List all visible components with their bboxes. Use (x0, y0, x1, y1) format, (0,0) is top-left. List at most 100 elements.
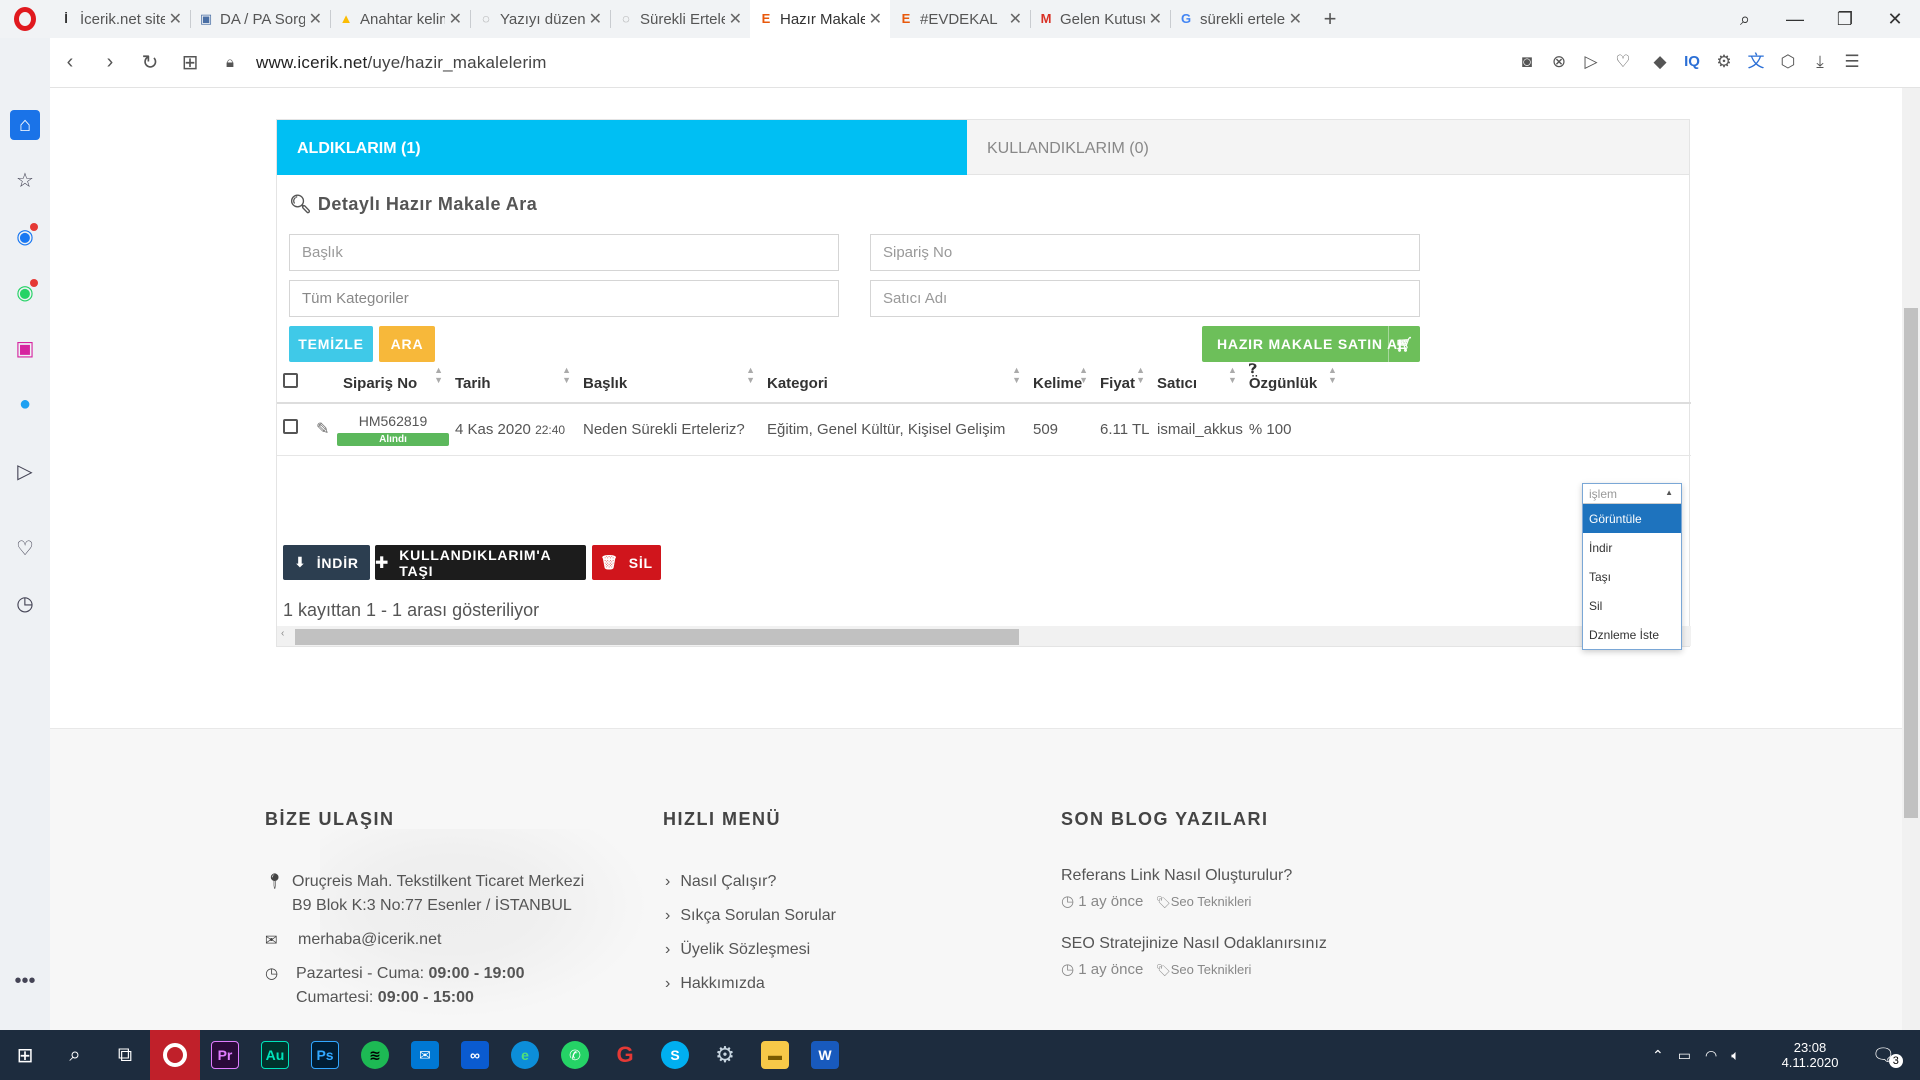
baslik-input[interactable]: Başlık (289, 234, 839, 271)
adblock-icon[interactable]: ⊗ (1547, 50, 1571, 74)
col-fiyat[interactable]: Fiyat ▲ ▼ (1094, 355, 1151, 404)
browser-tab[interactable]: MGelen Kutusu - e✕ (1030, 0, 1170, 38)
file-explorer-icon[interactable]: ▬ (750, 1030, 800, 1080)
menu-icon[interactable]: ☰ (1840, 50, 1864, 74)
tab-kullandiklarim[interactable]: KULLANDIKLARIM (0) (967, 120, 1689, 175)
download-button[interactable]: ⬇ İNDİR (283, 545, 370, 580)
minimize-button[interactable]: — (1770, 0, 1820, 38)
select-all-checkbox[interactable] (283, 373, 298, 388)
tab-close-icon[interactable]: ✕ (169, 9, 182, 29)
app-g-icon[interactable]: G (600, 1030, 650, 1080)
favorites-heart-icon[interactable]: ♡ (10, 533, 40, 563)
row-checkbox[interactable] (283, 419, 298, 435)
menu-link-uyelik[interactable]: › Üyelik Sözleşmesi (665, 941, 810, 959)
browser-tab[interactable]: Gsürekli erteleme✕ (1170, 0, 1310, 38)
col-siparis-no[interactable]: Sipariş No ▲ ▼ (337, 355, 449, 404)
tab-close-icon[interactable]: ✕ (449, 9, 462, 29)
box-icon[interactable]: ⬡ (1776, 50, 1800, 74)
option-sil[interactable]: Sil (1583, 591, 1681, 620)
browser-tab[interactable]: ◌Yazıyı düzenle ‹ İ✕ (470, 0, 610, 38)
tab-close-icon[interactable]: ✕ (1149, 9, 1162, 29)
history-icon[interactable]: ◷ (10, 588, 40, 618)
scrollbar-thumb[interactable] (295, 629, 1019, 645)
iq-extension-icon[interactable]: IQ (1680, 50, 1704, 74)
skype-icon[interactable]: S (650, 1030, 700, 1080)
tab-search-icon[interactable]: ⌕ (1720, 0, 1770, 38)
option-duzenleme-iste[interactable]: Dznleme İste (1583, 620, 1681, 649)
send-icon[interactable]: ▷ (1579, 50, 1603, 74)
tab-close-icon[interactable]: ✕ (1289, 9, 1302, 29)
tab-close-icon[interactable]: ✕ (729, 9, 742, 29)
messenger-icon[interactable]: ◉ (10, 221, 40, 251)
premiere-icon[interactable]: Pr (200, 1030, 250, 1080)
audition-icon[interactable]: Au (250, 1030, 300, 1080)
tab-close-icon[interactable]: ✕ (309, 9, 322, 29)
menu-link-nasil-calisir[interactable]: › Nasıl Çalışır? (665, 873, 776, 891)
app-infinity-icon[interactable]: ∞ (450, 1030, 500, 1080)
browser-tab[interactable]: ◌Sürekli Erteleme✕ (610, 0, 750, 38)
reload-button[interactable]: ↻ (130, 50, 170, 75)
vertical-scrollbar[interactable] (1902, 88, 1920, 1030)
opera-taskbar-icon[interactable] (150, 1030, 200, 1080)
more-icon[interactable]: ••• (10, 966, 40, 996)
photoshop-icon[interactable]: Ps (300, 1030, 350, 1080)
close-window-button[interactable]: ✕ (1870, 0, 1920, 38)
col-baslik[interactable]: Başlık ▲ ▼ (577, 355, 761, 404)
tray-chevron-up-icon[interactable]: ⌃ (1652, 1047, 1664, 1064)
vertical-scrollbar-thumb[interactable] (1904, 308, 1918, 818)
url-field[interactable]: www.icerik.net/uye/hazir_makalelerim (256, 53, 547, 73)
browser-tab[interactable]: İİcerik.net sitesinde✕ (50, 0, 190, 38)
tab-aldiklarim[interactable]: ALDIKLARIM (1) (277, 120, 967, 175)
word-icon[interactable]: W (800, 1030, 850, 1080)
twitter-icon[interactable]: ● (10, 389, 40, 419)
browser-tab-active[interactable]: EHazır Makaleleri✕ (750, 0, 890, 38)
action-dropdown[interactable]: işlem Görüntüle İndir Taşı Sil Dznleme İ… (1582, 483, 1682, 650)
task-view-icon[interactable]: ⧉ (100, 1030, 150, 1080)
whatsapp-taskbar-icon[interactable]: ✆ (550, 1030, 600, 1080)
kategori-select[interactable]: Tüm Kategoriler (289, 280, 839, 317)
footer-email[interactable]: merhaba@icerik.net (298, 931, 441, 949)
browser-tab[interactable]: ▲Anahtar kelime f✕ (330, 0, 470, 38)
option-tasi[interactable]: Taşı (1583, 562, 1681, 591)
col-kelime[interactable]: Kelime ▲ ▼ (1027, 355, 1094, 404)
heart-icon[interactable]: ♡ (1611, 50, 1635, 74)
clock[interactable]: 23:08 4.11.2020 (1770, 1030, 1850, 1080)
flow-icon[interactable]: ▷ (10, 456, 40, 486)
steam-icon[interactable]: ⚙ (700, 1030, 750, 1080)
battery-icon[interactable]: ▭ (1678, 1047, 1691, 1064)
translate-icon[interactable]: 文 (1744, 50, 1768, 74)
scroll-left-icon[interactable]: ‹ (281, 628, 284, 639)
extension-cube-icon[interactable]: ◆ (1648, 50, 1672, 74)
col-tarih[interactable]: Tarih ▲ ▼ (449, 355, 577, 404)
speed-dial-star-icon[interactable]: ☆ (10, 165, 40, 195)
instagram-icon[interactable]: ▣ (10, 333, 40, 363)
volume-icon[interactable]: 🔈︎ (1731, 1047, 1739, 1064)
tab-close-icon[interactable]: ✕ (589, 9, 602, 29)
spotify-icon[interactable]: ≋ (350, 1030, 400, 1080)
edge-icon[interactable]: e (500, 1030, 550, 1080)
mail-icon[interactable]: ✉ (400, 1030, 450, 1080)
option-indir[interactable]: İndir (1583, 533, 1681, 562)
back-button[interactable]: ‹ (50, 51, 90, 74)
gear-extension-icon[interactable]: ⚙ (1712, 50, 1736, 74)
option-goruntule[interactable]: Görüntüle (1583, 504, 1681, 533)
edit-icon[interactable]: ✎ (316, 421, 329, 438)
siparis-no-input[interactable]: Sipariş No (870, 234, 1420, 271)
whatsapp-icon[interactable]: ◉ (10, 277, 40, 307)
col-ozgunluk[interactable]: ❓︎ Özgünlük ▲ ▼ (1242, 355, 1343, 404)
home-icon[interactable]: ⌂ (10, 110, 40, 140)
dropdown-placeholder[interactable]: işlem (1583, 484, 1681, 504)
menu-link-sss[interactable]: › Sıkça Sorulan Sorular (665, 907, 836, 925)
blog-post-title[interactable]: Referans Link Nasıl Oluşturulur? (1061, 867, 1292, 885)
tab-close-icon[interactable]: ✕ (1009, 9, 1022, 29)
opera-logo-icon[interactable] (0, 0, 50, 38)
restore-button[interactable]: ❐ (1820, 0, 1870, 38)
wifi-icon[interactable]: ◠ (1705, 1047, 1717, 1064)
windows-start-icon[interactable]: ⊞ (0, 1030, 50, 1080)
delete-button[interactable]: 🗑︎ SİL (592, 545, 661, 580)
horizontal-scrollbar[interactable]: ‹ (277, 626, 1691, 646)
move-to-used-button[interactable]: ✚ KULLANDIKLARIM'A TAŞI (375, 545, 586, 580)
download-icon[interactable]: ⤓ (1808, 50, 1832, 74)
snapshot-icon[interactable]: ◙ (1515, 50, 1539, 74)
browser-tab[interactable]: E #EVDEKAL ✕ (890, 0, 1030, 38)
